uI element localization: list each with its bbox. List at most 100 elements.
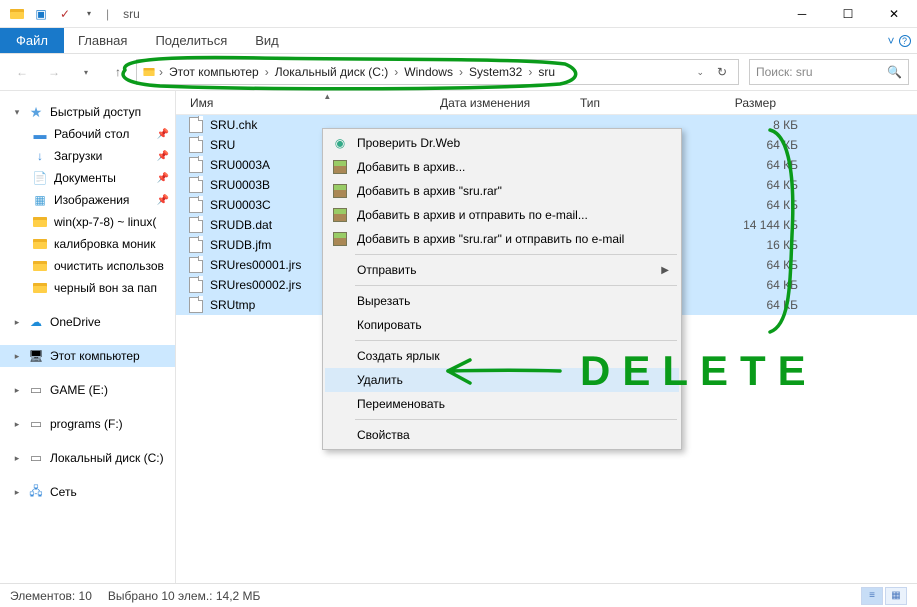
recent-locations-button[interactable]: ▾	[72, 58, 100, 86]
ribbon-tab-view[interactable]: Вид	[241, 28, 293, 53]
nav-downloads[interactable]: Загрузки📌	[0, 145, 175, 167]
address-folder-icon	[143, 66, 156, 79]
breadcrumb[interactable]: sru	[534, 65, 559, 79]
ctx-rar-add[interactable]: Добавить в архив...	[325, 155, 679, 179]
nav-onedrive[interactable]: ▸OneDrive	[0, 311, 175, 333]
breadcrumb[interactable]: Локальный диск (C:)	[271, 65, 393, 79]
quick-access-toolbar: ▣ ✓ ▾	[0, 3, 100, 25]
breadcrumb[interactable]: System32	[465, 65, 526, 79]
sort-ascending-icon: ▲	[323, 92, 331, 101]
chevron-right-icon[interactable]: ›	[392, 65, 400, 79]
file-icon	[188, 157, 204, 173]
navigation-pane: ▾Быстрый доступ Рабочий стол📌 Загрузки📌 …	[0, 91, 176, 583]
file-size: 64 КБ	[714, 178, 814, 192]
column-size[interactable]: Размер	[692, 96, 792, 110]
file-size: 64 КБ	[714, 278, 814, 292]
nav-network[interactable]: ▸Сеть	[0, 481, 175, 503]
up-button[interactable]: ↑	[104, 58, 132, 86]
rar-icon	[331, 158, 349, 176]
nav-documents[interactable]: Документы📌	[0, 167, 175, 189]
forward-button[interactable]: →	[40, 58, 68, 86]
chevron-right-icon[interactable]: ›	[457, 65, 465, 79]
folder-icon	[6, 3, 28, 25]
status-selection: Выбрано 10 элем.: 14,2 МБ	[108, 589, 261, 603]
file-size: 64 КБ	[714, 298, 814, 312]
refresh-button[interactable]: ↻	[710, 65, 734, 79]
nav-folder[interactable]: калибровка моник	[0, 233, 175, 255]
ctx-drweb[interactable]: Проверить Dr.Web	[325, 131, 679, 155]
nav-folder[interactable]: win(xp-7-8) ~ linux(	[0, 211, 175, 233]
nav-pictures[interactable]: Изображения📌	[0, 189, 175, 211]
search-placeholder: Поиск: sru	[756, 65, 813, 79]
ctx-cut[interactable]: Вырезать	[325, 289, 679, 313]
chevron-right-icon[interactable]: ›	[157, 65, 165, 79]
minimize-button[interactable]: ─	[779, 0, 825, 28]
pc-icon	[28, 348, 44, 364]
view-switcher: ≡ ▦	[861, 587, 907, 605]
nav-drive[interactable]: ▸Локальный диск (C:)	[0, 447, 175, 469]
breadcrumb[interactable]: Windows	[400, 65, 457, 79]
column-name[interactable]: Имя▲	[182, 96, 432, 110]
nav-drive[interactable]: ▸programs (F:)	[0, 413, 175, 435]
title-separator: |	[106, 7, 109, 21]
details-view-button[interactable]: ≡	[861, 587, 883, 605]
nav-this-pc[interactable]: ▸Этот компьютер	[0, 345, 175, 367]
column-type[interactable]: Тип	[572, 96, 692, 110]
file-icon	[188, 277, 204, 293]
ctx-send-to[interactable]: Отправить▶	[325, 258, 679, 282]
context-menu: Проверить Dr.Web Добавить в архив... Доб…	[322, 128, 682, 450]
maximize-button[interactable]: ☐	[825, 0, 871, 28]
file-icon	[188, 177, 204, 193]
file-size: 64 КБ	[714, 198, 814, 212]
pin-icon: 📌	[157, 151, 169, 162]
folder-icon	[32, 214, 48, 230]
ctx-rar-add-sru[interactable]: Добавить в архив "sru.rar"	[325, 179, 679, 203]
file-size: 8 КБ	[714, 118, 814, 132]
ctx-properties[interactable]: Свойства	[325, 423, 679, 447]
rar-icon	[331, 182, 349, 200]
ctx-rar-email-sru[interactable]: Добавить в архив "sru.rar" и отправить п…	[325, 227, 679, 251]
nav-desktop[interactable]: Рабочий стол📌	[0, 123, 175, 145]
ribbon-file-tab[interactable]: Файл	[0, 28, 64, 53]
qat-check-icon[interactable]: ✓	[54, 3, 76, 25]
search-icon[interactable]: 🔍	[887, 65, 902, 79]
title-bar: ▣ ✓ ▾ | sru ─ ☐ ✕	[0, 0, 917, 28]
thumbnails-view-button[interactable]: ▦	[885, 587, 907, 605]
rar-icon	[331, 206, 349, 224]
nav-folder[interactable]: очистить использов	[0, 255, 175, 277]
qat-properties-icon[interactable]: ▣	[30, 3, 52, 25]
ribbon-tab-home[interactable]: Главная	[64, 28, 141, 53]
nav-quick-access[interactable]: ▾Быстрый доступ	[0, 101, 175, 123]
file-icon	[188, 237, 204, 253]
search-box[interactable]: Поиск: sru 🔍	[749, 59, 909, 85]
address-bar[interactable]: › Этот компьютер › Локальный диск (C:) ›…	[136, 59, 739, 85]
file-icon	[188, 217, 204, 233]
chevron-right-icon[interactable]: ›	[263, 65, 271, 79]
file-icon	[188, 197, 204, 213]
chevron-right-icon[interactable]: ›	[526, 65, 534, 79]
drive-icon	[28, 416, 44, 432]
file-size: 64 КБ	[714, 258, 814, 272]
drweb-icon	[331, 134, 349, 152]
breadcrumb[interactable]: Этот компьютер	[165, 65, 263, 79]
qat-dropdown-icon[interactable]: ▾	[78, 3, 100, 25]
menu-separator	[355, 419, 677, 420]
nav-drive[interactable]: ▸GAME (E:)	[0, 379, 175, 401]
ribbon-expand-button[interactable]: ˅?	[881, 28, 917, 53]
ctx-rename[interactable]: Переименовать	[325, 392, 679, 416]
menu-separator	[355, 285, 677, 286]
ctx-delete[interactable]: Удалить	[325, 368, 679, 392]
status-bar: Элементов: 10 Выбрано 10 элем.: 14,2 МБ …	[0, 583, 917, 607]
ribbon-tab-share[interactable]: Поделиться	[141, 28, 241, 53]
address-dropdown-icon[interactable]: ⌄	[690, 67, 710, 78]
nav-folder[interactable]: черный вон за пап	[0, 277, 175, 299]
pin-icon: 📌	[157, 173, 169, 184]
ctx-rar-email[interactable]: Добавить в архив и отправить по e-mail..…	[325, 203, 679, 227]
window-title: sru	[123, 7, 140, 21]
back-button[interactable]: ←	[8, 58, 36, 86]
ctx-create-shortcut[interactable]: Создать ярлык	[325, 344, 679, 368]
close-button[interactable]: ✕	[871, 0, 917, 28]
folder-icon	[32, 280, 48, 296]
column-date[interactable]: Дата изменения	[432, 96, 572, 110]
ctx-copy[interactable]: Копировать	[325, 313, 679, 337]
